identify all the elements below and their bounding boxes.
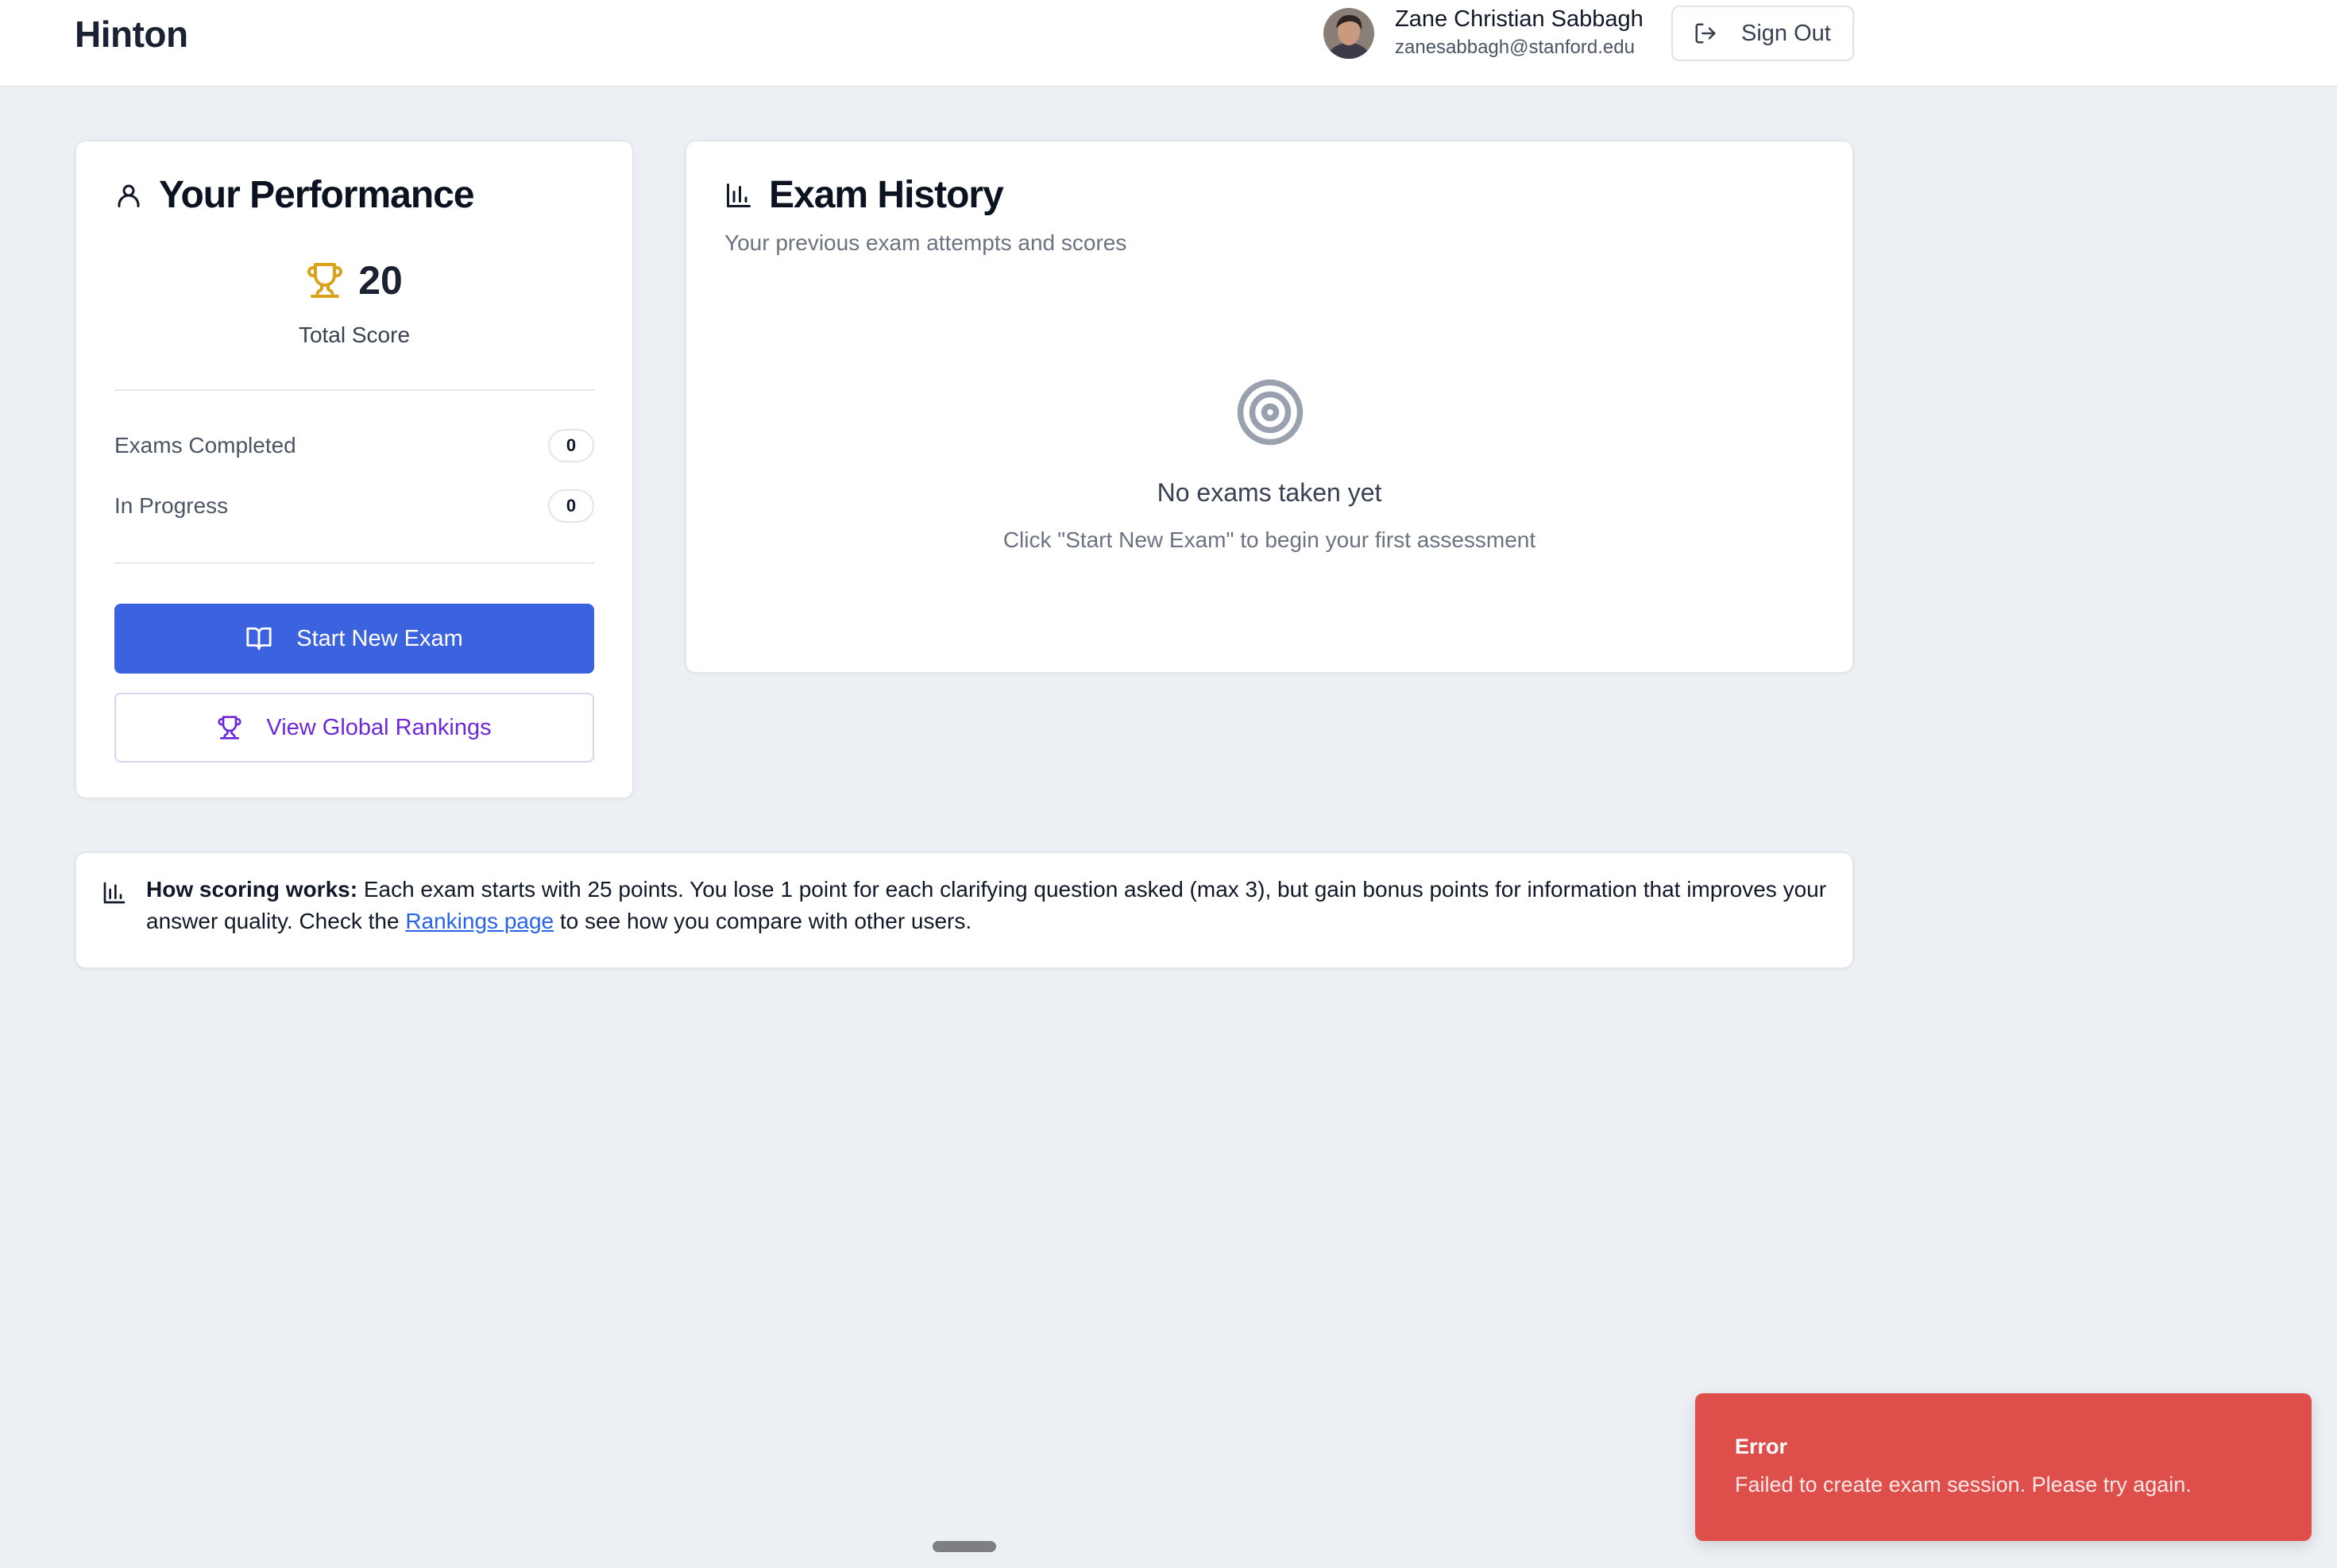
stat-label: In Progress [114, 493, 229, 518]
toast-message: Failed to create exam session. Please tr… [1735, 1473, 2192, 1497]
score-row: 20 [76, 257, 632, 303]
stat-row-exams-completed: Exams Completed 0 [114, 429, 594, 462]
app-title[interactable]: Hinton [75, 13, 188, 56]
start-new-exam-button[interactable]: Start New Exam [114, 604, 594, 674]
avatar[interactable] [1323, 8, 1374, 59]
toast-title: Error [1735, 1435, 1788, 1458]
scoring-info-heading: How scoring works: [146, 877, 358, 902]
user-name: Zane Christian Sabbagh [1395, 6, 1644, 32]
stat-row-in-progress: In Progress 0 [114, 489, 594, 523]
stat-badge: 0 [548, 429, 594, 462]
start-new-exam-label: Start New Exam [296, 625, 463, 651]
top-header: Hinton Zane Christian Sabbagh zanesabbag… [0, 0, 2337, 87]
scoring-info-tail: to see how you compare with other users. [554, 909, 972, 933]
empty-state-title: No exams taken yet [1157, 478, 1382, 507]
history-title-row: Exam History [724, 173, 1004, 217]
total-score-value: 20 [358, 258, 403, 303]
exam-history-card: Exam History Your previous exam attempts… [685, 140, 1854, 674]
bar-chart-icon [727, 183, 751, 207]
rankings-page-link[interactable]: Rankings page [405, 909, 554, 933]
scoring-info-card: How scoring works: Each exam starts with… [75, 852, 1854, 969]
trophy-icon [307, 263, 343, 298]
error-toast[interactable]: Error Failed to create exam session. Ple… [1695, 1393, 2312, 1541]
stat-badge: 0 [548, 489, 594, 523]
empty-state-subtitle: Click "Start New Exam" to begin your fir… [1002, 527, 1536, 552]
bar-chart-icon [103, 882, 126, 904]
performance-title: Your Performance [159, 174, 475, 216]
trophy-icon [218, 716, 241, 740]
history-title: Exam History [769, 174, 1004, 216]
target-icon [1234, 377, 1306, 452]
divider [114, 389, 594, 391]
performance-card: Your Performance 20 Total Score Exams Co… [75, 140, 634, 799]
user-email: zanesabbagh@stanford.edu [1395, 37, 1635, 58]
history-subtitle: Your previous exam attempts and scores [724, 230, 1127, 255]
scoring-info-text: How scoring works: Each exam starts with… [146, 874, 1830, 937]
performance-title-row: Your Performance [114, 173, 475, 217]
sign-out-button[interactable]: Sign Out [1671, 6, 1854, 61]
user-icon [118, 184, 140, 207]
stat-label: Exams Completed [114, 433, 296, 458]
sign-out-label: Sign Out [1741, 20, 1831, 46]
view-global-rankings-button[interactable]: View Global Rankings [114, 693, 594, 763]
log-out-icon [1695, 23, 1716, 44]
scoring-info-body: Each exam starts with 25 points. You los… [146, 877, 1827, 933]
divider [114, 562, 594, 564]
scroll-handle[interactable] [933, 1541, 996, 1552]
book-open-icon [246, 627, 272, 651]
total-score-label: Total Score [298, 322, 411, 347]
view-global-rankings-label: View Global Rankings [266, 714, 492, 740]
